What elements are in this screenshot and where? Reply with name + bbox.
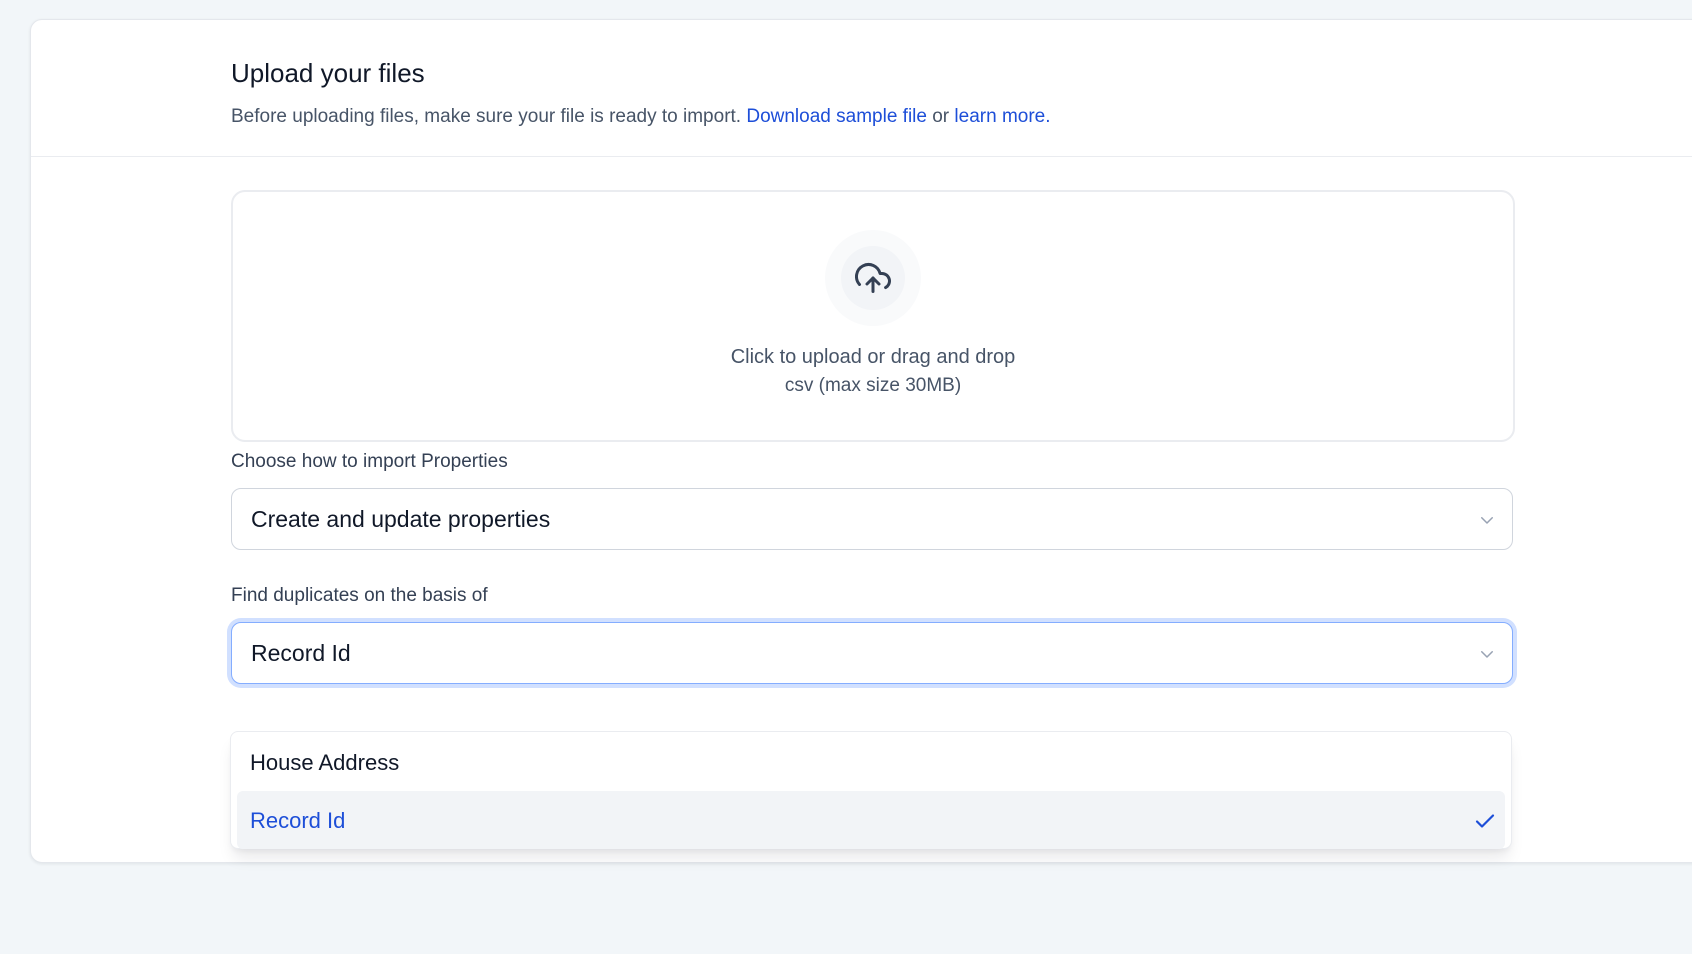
learn-more-link[interactable]: learn more. (954, 106, 1050, 127)
page-title: Upload your files (231, 58, 425, 88)
duplicates-label: Find duplicates on the basis of (231, 585, 488, 606)
import-mode-value: Create and update properties (251, 506, 551, 532)
subtitle-text: Before uploading files, make sure your f… (231, 106, 742, 127)
file-dropzone[interactable]: Click to upload or drag and drop csv (ma… (231, 190, 1515, 442)
import-mode-select[interactable]: Create and update properties (231, 488, 1513, 550)
duplicates-value: Record Id (251, 640, 351, 666)
duplicates-dropdown-menu: House Address Record Id (230, 731, 1512, 849)
download-sample-link[interactable]: Download sample file (746, 106, 927, 127)
check-icon (1475, 814, 1495, 828)
card-header: Upload your files Before uploading files… (31, 20, 1692, 157)
upload-icon-ring (825, 230, 921, 326)
chevron-down-icon (1481, 651, 1493, 658)
upload-cloud-icon (841, 246, 905, 310)
chevron-down-icon (1481, 517, 1493, 524)
dropzone-primary-text: Click to upload or drag and drop (730, 346, 1016, 368)
option-label: House Address (250, 750, 400, 775)
subtitle-connector: or (932, 106, 950, 127)
dropdown-option-record-id[interactable]: Record Id (237, 791, 1505, 849)
dropdown-option-house-address[interactable]: House Address (237, 733, 1505, 791)
option-label: Record Id (250, 808, 346, 833)
duplicates-select[interactable]: Record Id (231, 622, 1513, 684)
import-mode-label: Choose how to import Properties (231, 451, 508, 472)
dropzone-secondary-text: csv (max size 30MB) (784, 375, 962, 396)
page-subtitle: Before uploading files, make sure your f… (231, 106, 1051, 128)
